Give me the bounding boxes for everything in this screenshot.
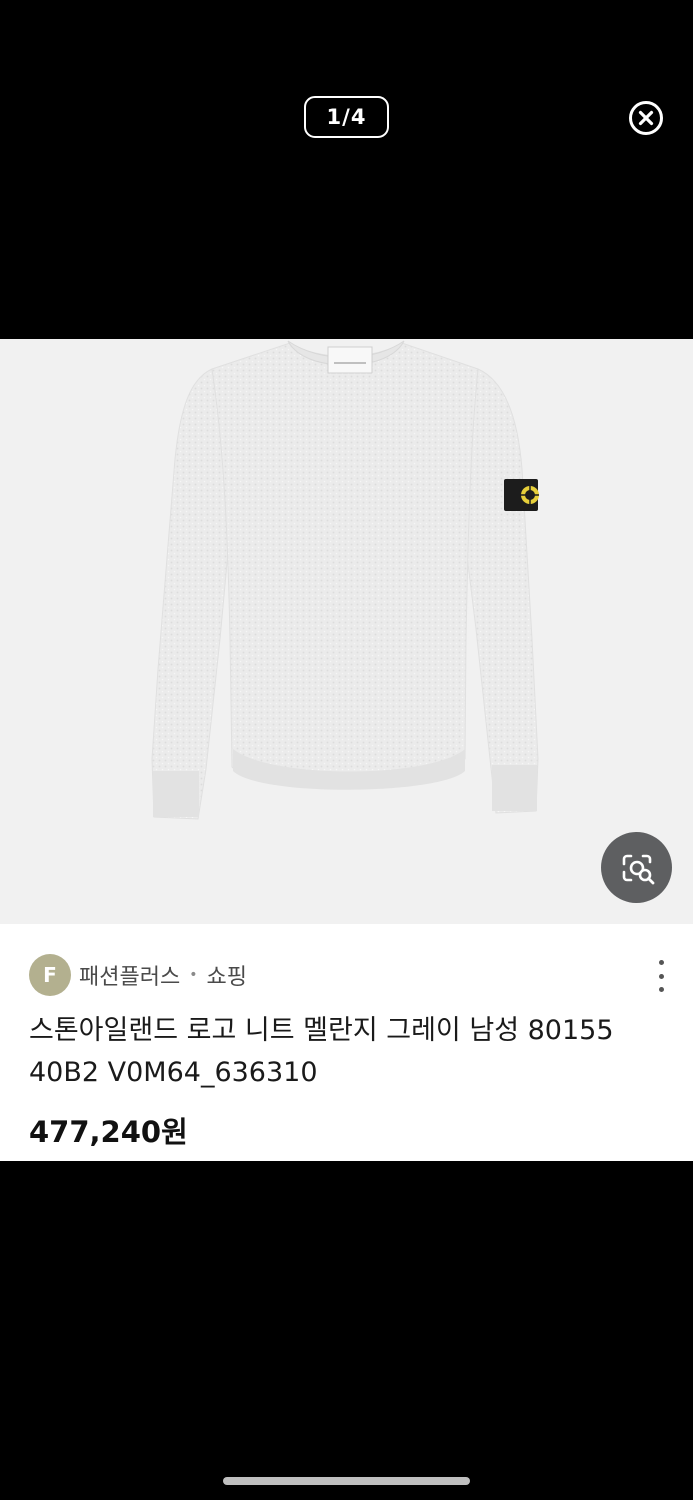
source-type: 쇼핑 bbox=[206, 965, 247, 990]
source-avatar: F bbox=[29, 954, 71, 996]
source-separator: • bbox=[189, 967, 198, 983]
product-image[interactable] bbox=[0, 339, 693, 924]
viewer-header: 1/4 bbox=[0, 0, 693, 339]
source-name: 패션플러스 bbox=[79, 965, 181, 990]
product-title[interactable]: 스톤아일랜드 로고 니트 멜란지 그레이 남성 80155 40B2 V0M64… bbox=[29, 1010, 669, 1094]
more-vertical-icon bbox=[658, 973, 664, 979]
more-vertical-icon bbox=[658, 960, 664, 965]
close-circle-icon bbox=[629, 101, 663, 135]
product-price: 477,240원 bbox=[29, 1115, 188, 1149]
close-button[interactable] bbox=[628, 100, 664, 136]
home-indicator[interactable] bbox=[223, 1477, 470, 1485]
product-info-card[interactable]: F 패션플러스 • 쇼핑 스톤아일랜드 로고 니트 멜란지 그레이 남성 801… bbox=[0, 924, 693, 1161]
source-row[interactable]: F 패션플러스 • 쇼핑 bbox=[29, 954, 247, 996]
page-counter: 1/4 bbox=[304, 96, 389, 138]
more-vertical-icon bbox=[658, 987, 664, 992]
more-options-button[interactable] bbox=[650, 960, 672, 992]
visual-search-icon bbox=[622, 854, 654, 884]
sweater-illustration bbox=[151, 340, 539, 820]
visual-search-button[interactable] bbox=[601, 832, 672, 903]
